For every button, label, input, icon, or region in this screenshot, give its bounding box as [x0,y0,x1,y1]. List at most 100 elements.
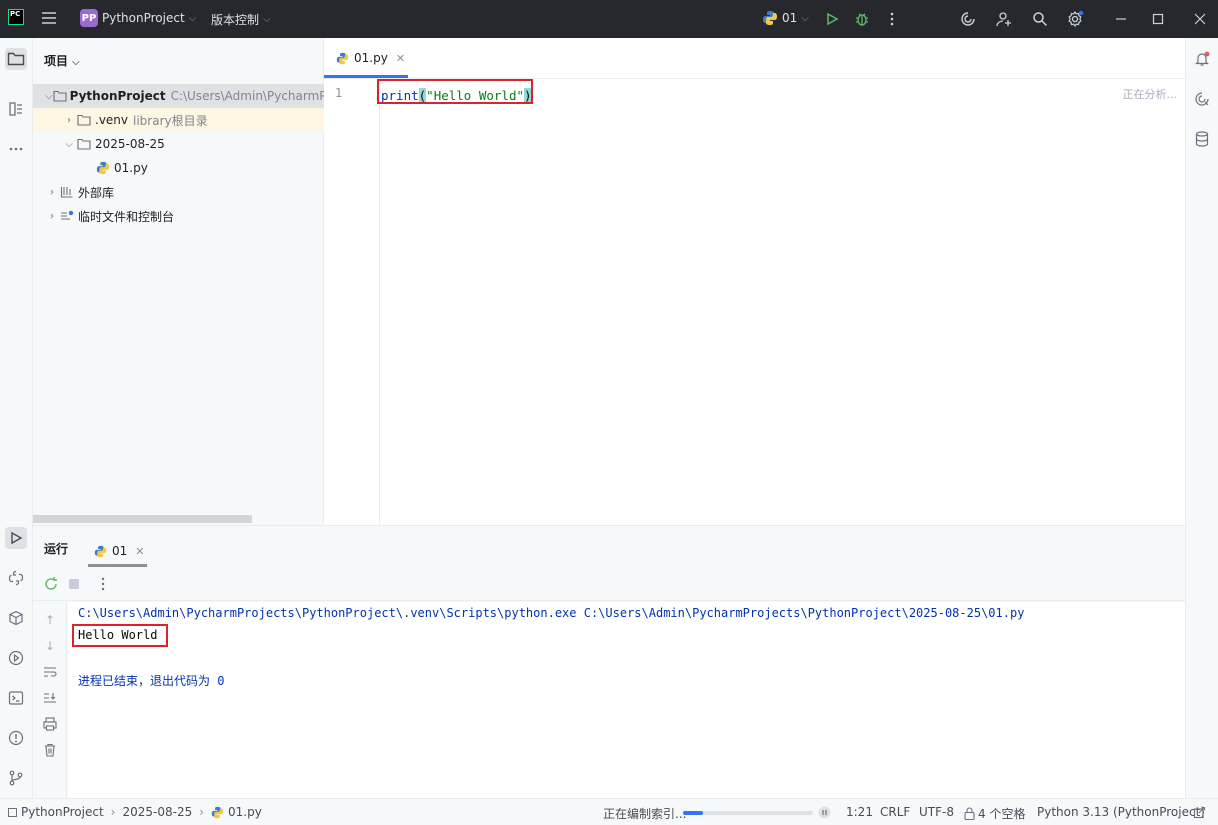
chevron-down-icon[interactable]: ⌵ [62,139,76,150]
scratches-icon [59,209,75,223]
minimize-window-icon[interactable] [1111,9,1131,29]
horizontal-scrollbar[interactable] [33,515,252,523]
python-interpreter[interactable]: Python 3.13 (PythonProject) [1037,805,1205,819]
line-separator[interactable]: CRLF [880,805,910,819]
run-config-selector[interactable]: 01 ⌵ [762,10,809,26]
editor: 01.py ✕ 1 print("Hello World") 正在分析... [324,38,1185,525]
tree-item-folder-date[interactable]: ⌵ 2025-08-25 [33,132,324,156]
scroll-down-icon[interactable]: ↓ [42,638,58,654]
breadcrumb-item[interactable]: PythonProject [21,805,104,819]
breadcrumb-item[interactable]: 2025-08-25 [122,805,192,819]
breadcrumb-item[interactable]: 01.py [228,805,262,819]
line-gutter: 1 [324,79,380,525]
close-tab-icon[interactable]: ✕ [135,545,144,558]
tree-item-hint: C:\Users\Admin\PycharmProjects\PythonPro… [170,89,324,103]
tree-item-label: 外部库 [78,185,115,200]
scroll-to-end-icon[interactable] [42,690,58,706]
caret-position[interactable]: 1:21 [846,805,873,819]
print-icon[interactable] [42,716,58,732]
indexing-status[interactable]: 正在编制索引... [603,805,686,822]
folder-icon [76,137,92,151]
tab-label: 01.py [354,51,388,65]
project-folder-icon[interactable] [5,48,27,70]
chevron-right-icon: › [199,805,205,819]
notifications-bell-icon[interactable] [1191,48,1213,70]
project-badge[interactable]: PP [80,9,98,27]
scroll-up-icon[interactable]: ↑ [42,612,58,628]
pause-indexing-icon[interactable] [818,806,831,819]
analysis-status: 正在分析... [1122,88,1178,101]
python-file-icon [336,52,349,65]
indexing-progress-fill [683,811,703,815]
run-tab-01[interactable]: 01 ✕ [88,536,151,566]
project-panel-title[interactable]: 项目 ⌵ [44,52,80,69]
tree-item-scratches[interactable]: › 临时文件和控制台 [33,204,324,228]
console-exit-line: 进程已结束，退出代码为 0 [78,674,225,688]
tab-01py[interactable]: 01.py ✕ [324,38,408,78]
chevron-down-icon: ⌵ [188,12,197,24]
chevron-down-icon: ⌵ [801,12,809,24]
console-command-line: C:\Users\Admin\PycharmProjects\PythonPro… [78,606,1025,620]
debug-icon[interactable] [852,9,872,29]
structure-icon[interactable] [5,98,27,120]
services-icon[interactable] [5,647,27,669]
settings-gear-icon[interactable] [1065,9,1085,29]
stop-icon[interactable] [66,576,82,592]
tree-item-file-01py[interactable]: 01.py [33,156,324,180]
git-branch-icon[interactable] [5,767,27,789]
tree-item-label: 2025-08-25 [95,137,165,151]
project-panel: 项目 ⌵ ⌵ PythonProject C:\Users\Admin\Pycha… [33,38,324,525]
project-switcher[interactable]: PythonProject ⌵ [102,11,196,25]
right-tool-strip [1185,38,1218,798]
file-encoding[interactable]: UTF-8 [919,805,954,819]
run-toolbar [33,567,1185,601]
tree-item-label: PythonProject [69,89,166,103]
tree-item-external-libraries[interactable]: › 外部库 [33,180,324,204]
project-name: PythonProject [102,11,185,25]
terminal-icon[interactable] [5,687,27,709]
folder-icon [76,113,92,127]
rerun-icon[interactable] [43,576,59,592]
chevron-right-icon[interactable]: › [45,187,59,198]
main-menu-icon[interactable] [40,10,58,26]
run-tool-icon[interactable] [5,527,27,549]
more-tools-icon[interactable] [5,138,27,160]
title-bar: PC PP PythonProject ⌵ 版本控制 ⌵ 01 ⌵ [0,0,1218,38]
python-icon [763,11,777,25]
ai-assistant-icon[interactable] [958,9,978,29]
tree-item-hint: library根目录 [133,113,208,128]
maximize-window-icon[interactable] [1148,9,1168,29]
chevron-down-icon[interactable]: ⌵ [45,91,53,102]
problems-icon[interactable] [5,727,27,749]
more-options-icon[interactable] [95,576,111,592]
chevron-right-icon[interactable]: › [45,211,59,222]
breadcrumb: PythonProject › 2025-08-25 › 01.py [8,805,262,819]
more-actions-icon[interactable] [882,9,902,29]
ai-chat-icon[interactable] [1191,88,1213,110]
run-panel-title: 运行 [44,542,69,556]
close-tab-icon[interactable]: ✕ [396,52,405,65]
code-highlight-box [377,79,533,104]
close-window-icon[interactable] [1190,9,1210,29]
python-console-icon[interactable] [5,567,27,589]
console-side-toolbar: ↑ ↓ [33,602,67,799]
soft-wrap-icon[interactable] [42,664,58,680]
python-icon [94,545,107,558]
status-bar: PythonProject › 2025-08-25 › 01.py 正在编制索… [0,798,1218,825]
project-panel-title-text: 项目 [44,54,69,68]
vcs-menu[interactable]: 版本控制 ⌵ [211,11,271,28]
add-user-icon[interactable] [994,9,1014,29]
chevron-right-icon[interactable]: › [62,115,76,126]
tree-item-venv[interactable]: › .venv library根目录 [33,108,324,132]
search-icon[interactable] [1030,9,1050,29]
run-icon[interactable] [822,9,842,29]
indent-setting[interactable]: 4 个空格 [964,805,1025,822]
vcs-label: 版本控制 [211,13,260,27]
read-only-toggle-icon[interactable] [1193,806,1206,819]
python-packages-icon[interactable] [5,607,27,629]
tree-item-project-root[interactable]: ⌵ PythonProject C:\Users\Admin\PycharmPr… [33,84,324,108]
database-icon[interactable] [1191,128,1213,150]
console-output[interactable]: C:\Users\Admin\PycharmProjects\PythonPro… [68,602,1185,799]
trash-icon[interactable] [42,742,58,758]
module-icon [8,807,17,817]
